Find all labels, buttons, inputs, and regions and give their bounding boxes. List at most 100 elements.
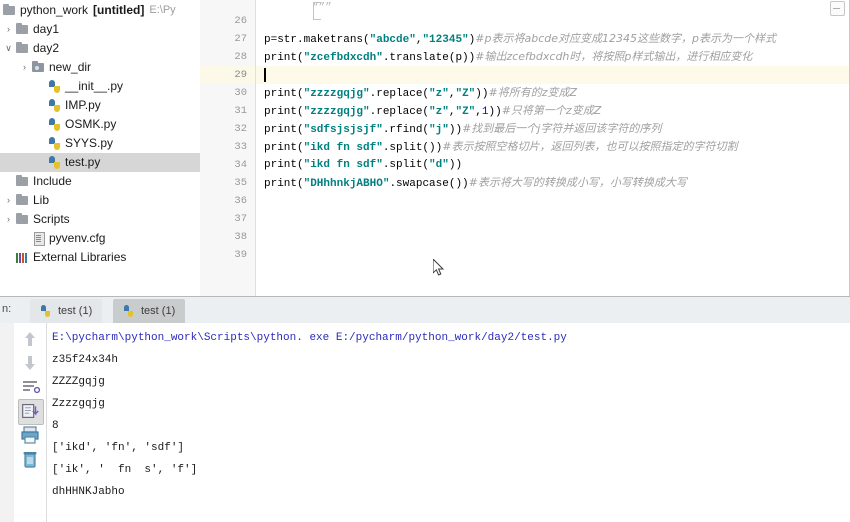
- code-line-33[interactable]: print("ikd fn sdf".split())#表示按照空格切片，返回列…: [264, 138, 737, 156]
- line-number-36[interactable]: 36: [207, 192, 247, 210]
- line-number-34[interactable]: 34: [207, 156, 247, 174]
- folded-docstring-marker[interactable]: “””: [312, 2, 332, 14]
- chevron-right-icon[interactable]: ›: [2, 20, 15, 39]
- folder-icon: [15, 41, 30, 56]
- project-tree[interactable]: › day1 ∨ day2 › new_dir __init__.py IMP.py OS…: [0, 20, 200, 267]
- folder-src-icon: [31, 60, 46, 75]
- run-tab-label: test (1): [58, 305, 93, 317]
- code-line-30[interactable]: print("zzzzgqjg".replace("z","Z"))#将所有的z…: [264, 84, 577, 102]
- chevron-right-icon: [18, 229, 31, 248]
- code-line-27[interactable]: p=str.maketrans("abcde","12345")#p表示将abc…: [264, 30, 776, 48]
- code-line-31[interactable]: print("zzzzgqjg".replace("z","Z",1))#只将第…: [264, 102, 601, 120]
- console-line-1: z35f24x34h: [52, 354, 119, 366]
- tree-item-label: day1: [33, 22, 60, 36]
- code-editor[interactable]: 26 27 28 29 30 31 32 33 34 35 36 37 38 39 “”” p=str.m…: [200, 0, 850, 296]
- line-number-28[interactable]: 28: [207, 48, 247, 66]
- code-token-kw: )): [448, 124, 463, 136]
- code-token-kw: .rfind(: [382, 124, 430, 136]
- tree-item-include[interactable]: Include: [0, 172, 200, 191]
- code-token-kw: .replace(: [369, 106, 430, 118]
- console-line-0[interactable]: E:\pycharm\python_work\Scripts\python. e…: [52, 327, 567, 349]
- chevron-right-icon: [34, 115, 47, 134]
- console-line-7: dhHHNKJabho: [52, 486, 125, 498]
- python-file-icon: [47, 136, 62, 151]
- tree-item-new-dir[interactable]: › new_dir: [0, 58, 200, 77]
- code-token-kw: print(: [264, 124, 304, 136]
- chevron-right-icon[interactable]: ›: [18, 58, 31, 77]
- tree-item-label: SYYS.py: [65, 136, 114, 150]
- code-line-28[interactable]: print("zcefbdxcdh".translate(p))#输出zcefb…: [264, 48, 752, 66]
- console-output[interactable]: E:\pycharm\python_work\Scripts\python. e…: [47, 323, 850, 522]
- code-token-str: "zcefbdxcdh": [303, 52, 383, 64]
- tool-window-label: n:: [2, 303, 12, 315]
- tree-item--init-py[interactable]: __init__.py: [0, 77, 200, 96]
- project-tool-window[interactable]: python_work [untitled] E:\Py › day1 ∨ day2 ›…: [0, 0, 201, 296]
- line-number-37[interactable]: 37: [207, 210, 247, 228]
- project-root-header[interactable]: python_work [untitled] E:\Py: [0, 0, 200, 20]
- print-icon[interactable]: [18, 423, 42, 447]
- folder-icon: [2, 3, 17, 18]
- tree-item-label: IMP.py: [65, 98, 101, 112]
- line-number-38[interactable]: 38: [207, 228, 247, 246]
- scrollbar-top-button[interactable]: [830, 1, 845, 16]
- code-token-num: 1: [481, 106, 489, 118]
- code-token-str: "DHhhnkjABHO": [303, 178, 390, 190]
- chevron-right-icon: [2, 172, 15, 191]
- code-line-34[interactable]: print("ikd fn sdf".split("d")): [264, 156, 462, 174]
- line-number-27[interactable]: 27: [207, 30, 247, 48]
- code-token-kw: print(: [264, 88, 304, 100]
- tree-item-scripts[interactable]: › Scripts: [0, 210, 200, 229]
- code-token-kw: ,: [475, 106, 482, 118]
- console-toolbar[interactable]: [14, 323, 47, 522]
- tree-item-pyvenv-cfg[interactable]: pyvenv.cfg: [0, 229, 200, 248]
- code-token-str: "ikd fn sdf": [303, 159, 383, 171]
- code-token-kw: .translate(p)): [382, 52, 476, 64]
- tree-item-test-py[interactable]: test.py: [0, 153, 200, 172]
- chevron-right-icon[interactable]: ›: [2, 191, 15, 210]
- python-file-icon: [47, 117, 62, 132]
- scroll-to-end-icon[interactable]: [18, 399, 44, 425]
- code-token-cmt: #只将第一个z变成Z: [501, 104, 602, 117]
- code-line-35[interactable]: print("DHhhnkjABHO".swapcase())#表示将大写的转换…: [264, 174, 687, 192]
- code-token-kw: print(: [264, 142, 304, 154]
- code-line-32[interactable]: print("sdfsjsjsjf".rfind("j"))#找到最后一个j字符…: [264, 120, 661, 138]
- line-number-32[interactable]: 32: [207, 120, 247, 138]
- tree-item-imp-py[interactable]: IMP.py: [0, 96, 200, 115]
- line-number-39[interactable]: 39: [207, 246, 247, 264]
- code-token-cmt: #p表示将abcde对应变成12345这些数字，p表示为一个样式: [475, 32, 776, 45]
- tree-item-day2[interactable]: ∨ day2: [0, 39, 200, 58]
- line-number-gutter[interactable]: 26 27 28 29 30 31 32 33 34 35 36 37 38 39: [200, 0, 256, 296]
- code-token-kw: p=str.maketrans(: [264, 34, 370, 46]
- tree-item-osmk-py[interactable]: OSMK.py: [0, 115, 200, 134]
- run-tab-1[interactable]: test (1): [113, 299, 186, 323]
- folder-icon: [15, 212, 30, 227]
- folder-icon: [15, 174, 30, 189]
- current-line-highlight: [256, 66, 850, 84]
- tree-item-lib[interactable]: › Lib: [0, 191, 200, 210]
- tree-item-syys-py[interactable]: SYYS.py: [0, 134, 200, 153]
- run-tab-0[interactable]: test (1): [30, 299, 103, 323]
- code-token-cmt: #输出zcefbdxcdh时，将按照p样式输出，进行相应变化: [475, 50, 753, 63]
- line-number-26[interactable]: 26: [207, 12, 247, 30]
- project-root-name: python_work: [20, 2, 89, 17]
- line-number-30[interactable]: 30: [207, 84, 247, 102]
- tree-item-external-libraries[interactable]: External Libraries: [0, 248, 200, 267]
- line-number-33[interactable]: 33: [207, 138, 247, 156]
- line-number-29[interactable]: 29: [207, 66, 247, 84]
- line-number-35[interactable]: 35: [207, 174, 247, 192]
- code-token-str: "z": [429, 106, 449, 118]
- soft-wrap-icon[interactable]: [18, 375, 42, 399]
- chevron-right-icon: [34, 77, 47, 96]
- trash-icon[interactable]: [18, 447, 42, 471]
- project-root-path: E:\Py: [149, 4, 176, 16]
- code-token-kw: )): [448, 159, 463, 171]
- line-number-31[interactable]: 31: [207, 102, 247, 120]
- chevron-down-icon[interactable]: ∨: [2, 39, 15, 58]
- down-arrow-icon[interactable]: [18, 351, 42, 375]
- code-text-area[interactable]: “”” p=str.maketrans("abcde","12345")#p表示…: [256, 0, 850, 296]
- run-tab-bar[interactable]: n: test (1) test (1): [0, 297, 850, 324]
- tree-item-day1[interactable]: › day1: [0, 20, 200, 39]
- console-line-4: 8: [52, 420, 59, 432]
- up-arrow-icon[interactable]: [18, 327, 42, 351]
- chevron-right-icon[interactable]: ›: [2, 210, 15, 229]
